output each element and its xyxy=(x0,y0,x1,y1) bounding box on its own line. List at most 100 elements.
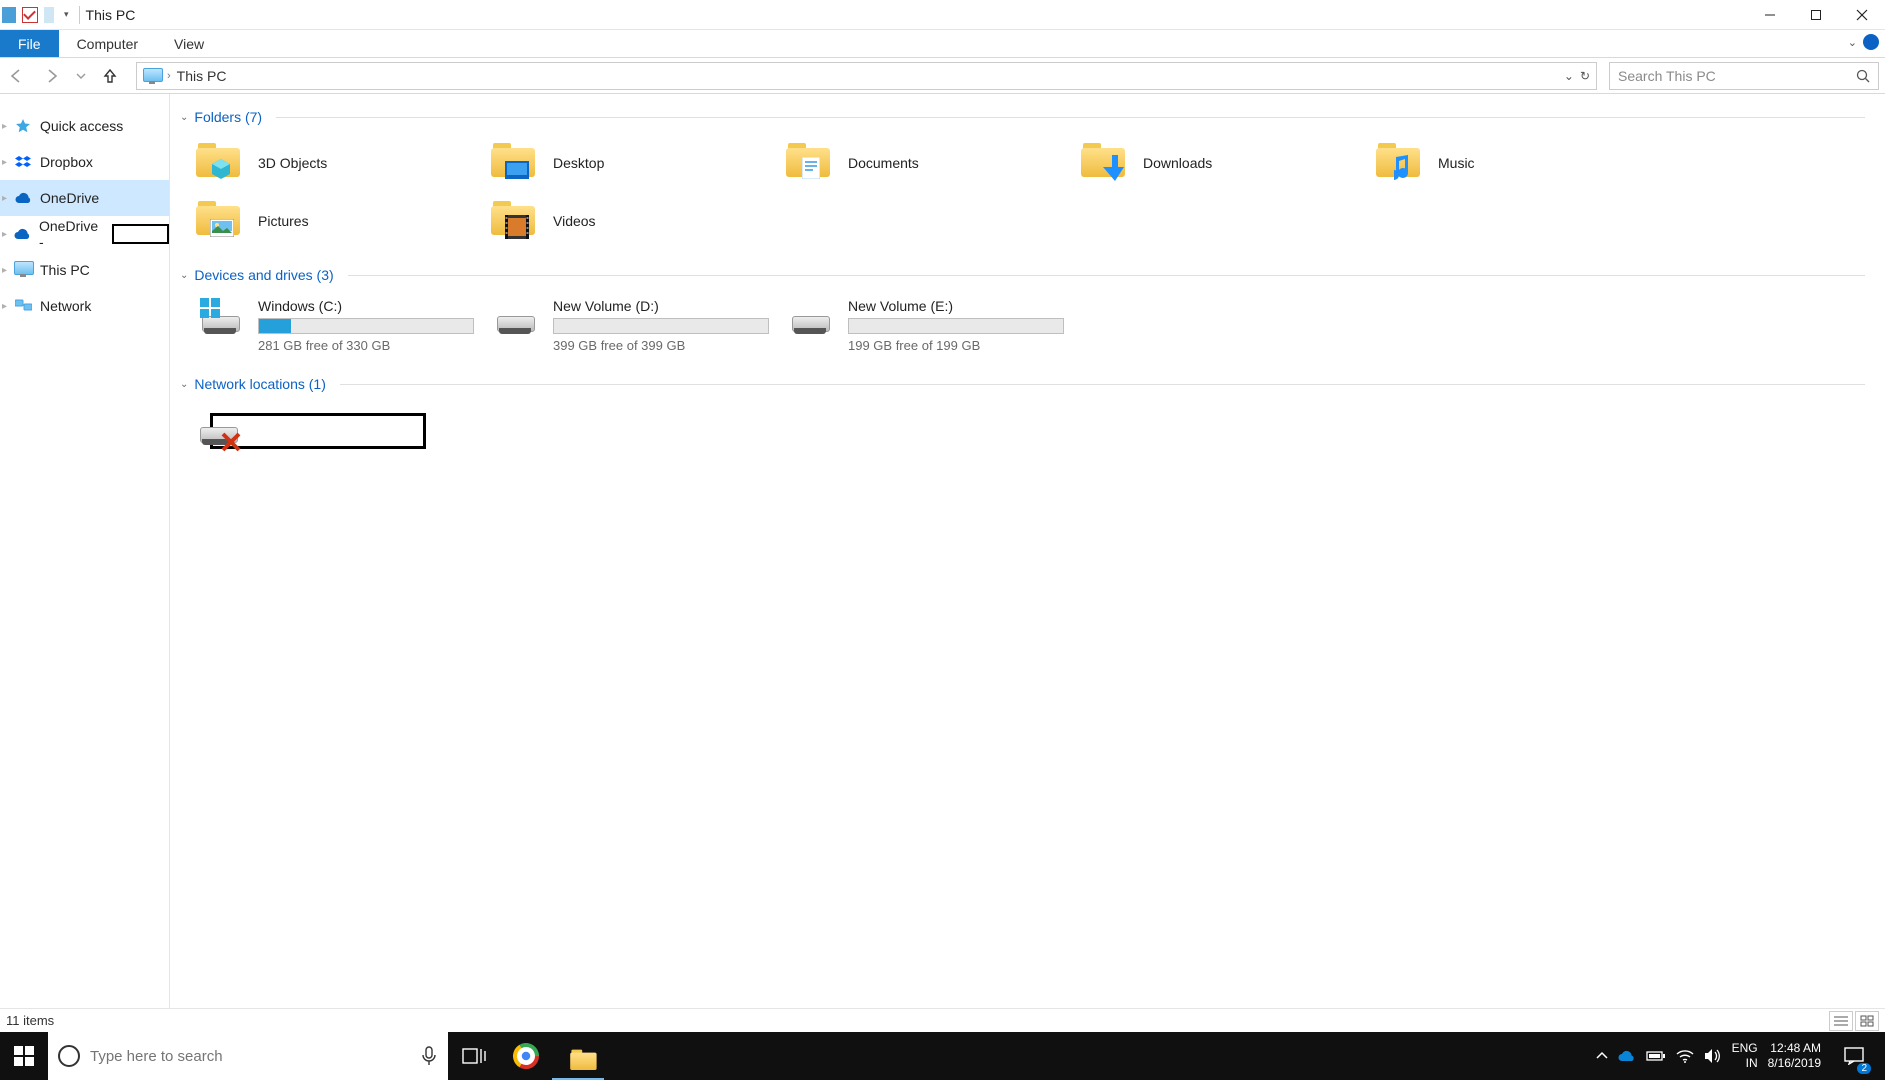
taskbar-app-chrome[interactable] xyxy=(500,1032,552,1080)
taskbar-app-explorer[interactable] xyxy=(552,1032,604,1080)
nav-onedrive-account[interactable]: ▸ OneDrive - xyxy=(0,216,169,252)
clock-time: 12:48 AM xyxy=(1770,1041,1821,1056)
drive-d[interactable]: New Volume (D:) 399 GB free of 399 GB xyxy=(485,292,780,359)
folder-desktop[interactable]: Desktop xyxy=(485,134,780,192)
redacted-box xyxy=(112,224,169,244)
group-header-network-locations[interactable]: ⌄ Network locations (1) xyxy=(180,371,1885,397)
nav-label: Dropbox xyxy=(40,154,93,170)
divider xyxy=(79,6,80,24)
network-location-item[interactable] xyxy=(190,401,485,455)
drive-name: New Volume (D:) xyxy=(553,298,769,314)
drive-c[interactable]: Windows (C:) 281 GB free of 330 GB xyxy=(190,292,485,359)
chevron-down-icon[interactable]: ⌄ xyxy=(180,379,188,390)
divider xyxy=(340,384,1865,385)
chevron-right-icon[interactable]: › xyxy=(167,70,171,82)
drive-name: New Volume (E:) xyxy=(848,298,1064,314)
usage-bar xyxy=(848,318,1064,334)
folder-label: Pictures xyxy=(258,213,309,229)
folder-label: Desktop xyxy=(553,155,604,171)
drives-grid: Windows (C:) 281 GB free of 330 GB New V… xyxy=(180,288,1885,371)
hdd-icon xyxy=(491,298,539,338)
lang-secondary: IN xyxy=(1746,1056,1758,1071)
window-title: This PC xyxy=(86,7,136,23)
content-pane: ⌄ Folders (7) 3D Objects Desktop xyxy=(170,94,1885,1008)
folder-label: Music xyxy=(1438,155,1475,171)
chevron-right-icon[interactable]: ▸ xyxy=(2,193,7,204)
tab-file[interactable]: File xyxy=(0,30,59,57)
refresh-button[interactable]: ↻ xyxy=(1580,69,1590,83)
taskbar-search[interactable] xyxy=(48,1032,448,1080)
cortana-icon xyxy=(58,1045,80,1067)
ribbon-expand-icon[interactable]: ⌄ xyxy=(1848,36,1857,49)
onedrive-tray-icon[interactable] xyxy=(1618,1050,1636,1062)
search-box[interactable] xyxy=(1609,62,1879,90)
details-view-button[interactable] xyxy=(1829,1011,1853,1031)
forward-button[interactable] xyxy=(36,59,68,93)
system-tray: ENG IN 12:48 AM 8/16/2019 2 xyxy=(1596,1032,1885,1080)
drive-e[interactable]: New Volume (E:) 199 GB free of 199 GB xyxy=(780,292,1075,359)
cloud-icon xyxy=(14,189,32,207)
nav-quick-access[interactable]: ▸ Quick access xyxy=(0,108,169,144)
star-icon xyxy=(14,117,32,135)
breadcrumb-this-pc[interactable]: This PC xyxy=(177,68,227,84)
taskbar: ENG IN 12:48 AM 8/16/2019 2 xyxy=(0,1032,1885,1080)
task-view-button[interactable] xyxy=(448,1032,500,1080)
qat-icon-2[interactable] xyxy=(44,7,54,23)
start-button[interactable] xyxy=(0,1032,48,1080)
group-header-folders[interactable]: ⌄ Folders (7) xyxy=(180,104,1885,130)
folder-videos[interactable]: Videos xyxy=(485,192,780,250)
chevron-right-icon[interactable]: ▸ xyxy=(2,229,7,240)
taskbar-search-input[interactable] xyxy=(90,1048,412,1065)
chevron-right-icon[interactable]: ▸ xyxy=(2,265,7,276)
recent-dropdown-button[interactable] xyxy=(72,59,90,93)
minimize-button[interactable] xyxy=(1747,0,1793,30)
qat-icon[interactable] xyxy=(2,7,16,23)
nav-network[interactable]: ▸ Network xyxy=(0,288,169,324)
chevron-down-icon[interactable]: ⌄ xyxy=(180,112,188,123)
nav-onedrive[interactable]: ▸ OneDrive xyxy=(0,180,169,216)
search-input[interactable] xyxy=(1618,68,1828,84)
back-button[interactable] xyxy=(0,59,32,93)
large-icons-view-button[interactable] xyxy=(1855,1011,1879,1031)
folder-documents[interactable]: Documents xyxy=(780,134,1075,192)
folder-downloads[interactable]: Downloads xyxy=(1075,134,1370,192)
nav-this-pc[interactable]: ▸ This PC xyxy=(0,252,169,288)
chevron-right-icon[interactable]: ▸ xyxy=(2,121,7,132)
language-indicator[interactable]: ENG IN xyxy=(1732,1041,1758,1071)
nav-label: Quick access xyxy=(40,118,123,134)
lang-primary: ENG xyxy=(1732,1041,1758,1056)
folder-pictures[interactable]: Pictures xyxy=(190,192,485,250)
nav-label: Network xyxy=(40,298,91,314)
up-button[interactable] xyxy=(94,59,126,93)
folder-music[interactable]: Music xyxy=(1370,134,1665,192)
clock[interactable]: 12:48 AM 8/16/2019 xyxy=(1768,1041,1821,1071)
microphone-icon[interactable] xyxy=(422,1046,436,1066)
folder-label: Videos xyxy=(553,213,596,229)
tab-view[interactable]: View xyxy=(156,30,222,57)
group-label: Folders (7) xyxy=(194,109,262,125)
address-dropdown-icon[interactable]: ⌄ xyxy=(1564,69,1574,83)
qat-dropdown-icon[interactable]: ▾ xyxy=(60,9,73,20)
maximize-button[interactable] xyxy=(1793,0,1839,30)
action-center-button[interactable]: 2 xyxy=(1831,1032,1877,1080)
search-icon[interactable] xyxy=(1856,69,1870,83)
cloud-icon xyxy=(14,225,31,243)
qat-properties-icon[interactable] xyxy=(22,7,38,23)
chevron-right-icon[interactable]: ▸ xyxy=(2,157,7,168)
address-bar[interactable]: › This PC ⌄ ↻ xyxy=(136,62,1597,90)
chevron-right-icon[interactable]: ▸ xyxy=(2,301,7,312)
wifi-icon[interactable] xyxy=(1676,1049,1694,1063)
tray-overflow-icon[interactable] xyxy=(1596,1050,1608,1062)
group-header-drives[interactable]: ⌄ Devices and drives (3) xyxy=(180,262,1885,288)
close-button[interactable] xyxy=(1839,0,1885,30)
battery-icon[interactable] xyxy=(1646,1050,1666,1062)
tab-computer[interactable]: Computer xyxy=(59,30,156,57)
help-icon[interactable] xyxy=(1863,34,1879,50)
drive-free: 281 GB free of 330 GB xyxy=(258,338,474,353)
nav-dropbox[interactable]: ▸ Dropbox xyxy=(0,144,169,180)
chevron-down-icon[interactable]: ⌄ xyxy=(180,270,188,281)
volume-icon[interactable] xyxy=(1704,1048,1722,1064)
divider xyxy=(276,117,1865,118)
notification-badge: 2 xyxy=(1857,1063,1871,1074)
folder-3d-objects[interactable]: 3D Objects xyxy=(190,134,485,192)
